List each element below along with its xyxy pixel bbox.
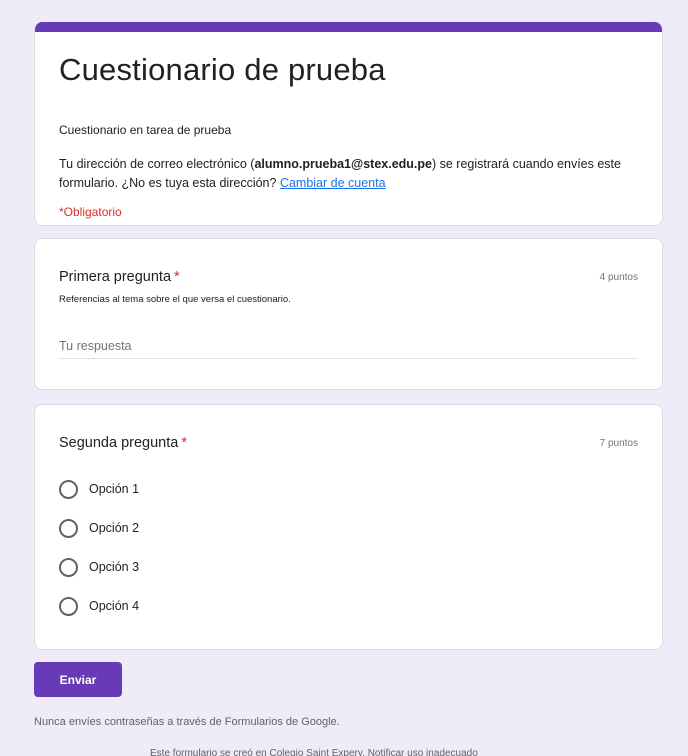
radio-option-2[interactable]: Opción 2 — [59, 516, 139, 540]
required-asterisk: * — [174, 269, 180, 285]
question-card-2: Segunda pregunta * 7 puntos Opción 1 Opci… — [34, 404, 663, 650]
question-title: Segunda pregunta * — [59, 435, 187, 451]
required-asterisk: * — [181, 435, 187, 451]
question-title-text: Primera pregunta — [59, 269, 172, 285]
radio-button-icon[interactable] — [59, 557, 78, 577]
question-title: Primera pregunta * — [59, 269, 180, 285]
question-points: 4 puntos — [599, 272, 638, 283]
radio-option-3[interactable]: Opción 3 — [59, 555, 139, 579]
radio-button-icon[interactable] — [59, 518, 78, 538]
option-label: Opción 1 — [89, 482, 140, 496]
password-warning: Nunca envíes contraseñas a través de For… — [34, 716, 340, 728]
form-header-card: Cuestionario de prueba Cuestionario en t… — [34, 22, 663, 226]
radio-button-icon[interactable] — [59, 479, 78, 499]
option-label: Opción 2 — [89, 521, 140, 535]
radio-button-icon[interactable] — [59, 596, 78, 616]
accent-bar — [35, 22, 662, 32]
question-help-text: Referencias al tema sobre el que versa e… — [59, 294, 291, 305]
email-notice: Tu dirección de correo electrónico (alum… — [59, 155, 639, 193]
question-card-1: Primera pregunta * 4 puntos Referencias a… — [34, 238, 663, 390]
radio-option-1[interactable]: Opción 1 — [59, 477, 139, 501]
radio-option-4[interactable]: Opción 4 — [59, 594, 139, 618]
submit-button[interactable]: Enviar — [34, 662, 122, 697]
switch-account-link[interactable]: Cambiar de cuenta — [280, 176, 386, 190]
form-title: Cuestionario de prueba — [59, 52, 386, 87]
form-description: Cuestionario en tarea de prueba — [59, 123, 232, 137]
question-title-text: Segunda pregunta — [59, 435, 179, 451]
required-note: *Obligatorio — [59, 205, 122, 219]
question-points: 7 puntos — [599, 438, 638, 449]
option-label: Opción 4 — [89, 599, 140, 613]
email-notice-prefix: Tu dirección de correo electrónico ( — [59, 157, 255, 171]
answer-placeholder: Tu respuesta — [59, 339, 132, 353]
short-answer-input[interactable]: Tu respuesta — [59, 335, 637, 359]
email-address: alumno.prueba1@stex.edu.pe — [254, 157, 432, 171]
footer-note: Este formulario se creó en Colegio Saint… — [150, 748, 478, 756]
option-label: Opción 3 — [89, 560, 140, 574]
